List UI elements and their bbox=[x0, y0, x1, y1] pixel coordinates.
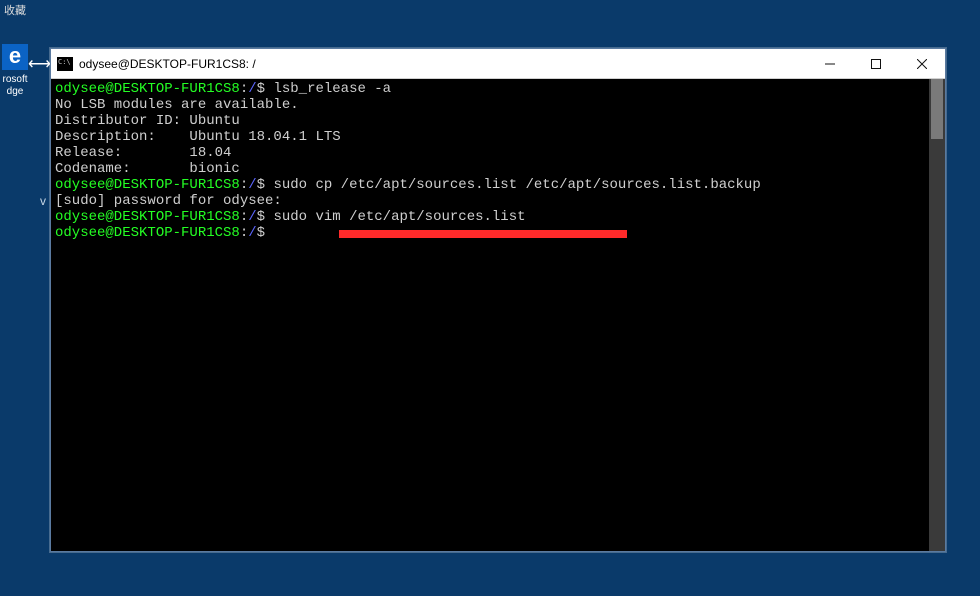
terminal-line: odysee@DESKTOP-FUR1CS8:/$ lsb_release -a bbox=[55, 81, 941, 97]
terminal-line: Distributor ID: Ubuntu bbox=[55, 113, 941, 129]
stray-char: v bbox=[40, 194, 46, 208]
terminal-line: [sudo] password for odysee: bbox=[55, 193, 941, 209]
edge-icon: e bbox=[2, 44, 28, 70]
terminal-body[interactable]: odysee@DESKTOP-FUR1CS8:/$ lsb_release -a… bbox=[51, 79, 945, 551]
maximize-button[interactable] bbox=[853, 49, 899, 78]
minimize-button[interactable] bbox=[807, 49, 853, 78]
terminal-line: Description: Ubuntu 18.04.1 LTS bbox=[55, 129, 941, 145]
edge-shortcut[interactable]: e rosoft dge bbox=[0, 44, 30, 98]
annotation-underline bbox=[339, 230, 627, 238]
window-title: odysee@DESKTOP-FUR1CS8: / bbox=[79, 57, 256, 71]
cmd-icon bbox=[57, 57, 73, 71]
terminal-window: odysee@DESKTOP-FUR1CS8: / odysee@DESKTOP… bbox=[50, 48, 946, 552]
terminal-line: No LSB modules are available. bbox=[55, 97, 941, 113]
edge-shortcut-label: rosoft dge bbox=[2, 74, 27, 98]
desktop-folder-label: 收藏 bbox=[0, 0, 30, 20]
close-button[interactable] bbox=[899, 49, 945, 78]
titlebar[interactable]: odysee@DESKTOP-FUR1CS8: / bbox=[51, 49, 945, 79]
terminal-line: Release: 18.04 bbox=[55, 145, 941, 161]
resize-arrow-icon: ⟷ bbox=[28, 54, 51, 74]
terminal-line: odysee@DESKTOP-FUR1CS8:/$ sudo cp /etc/a… bbox=[55, 177, 941, 193]
scrollbar[interactable] bbox=[929, 79, 945, 551]
terminal-line: odysee@DESKTOP-FUR1CS8:/$ sudo vim /etc/… bbox=[55, 209, 941, 225]
scrollbar-thumb[interactable] bbox=[931, 79, 943, 139]
terminal-line: Codename: bionic bbox=[55, 161, 941, 177]
